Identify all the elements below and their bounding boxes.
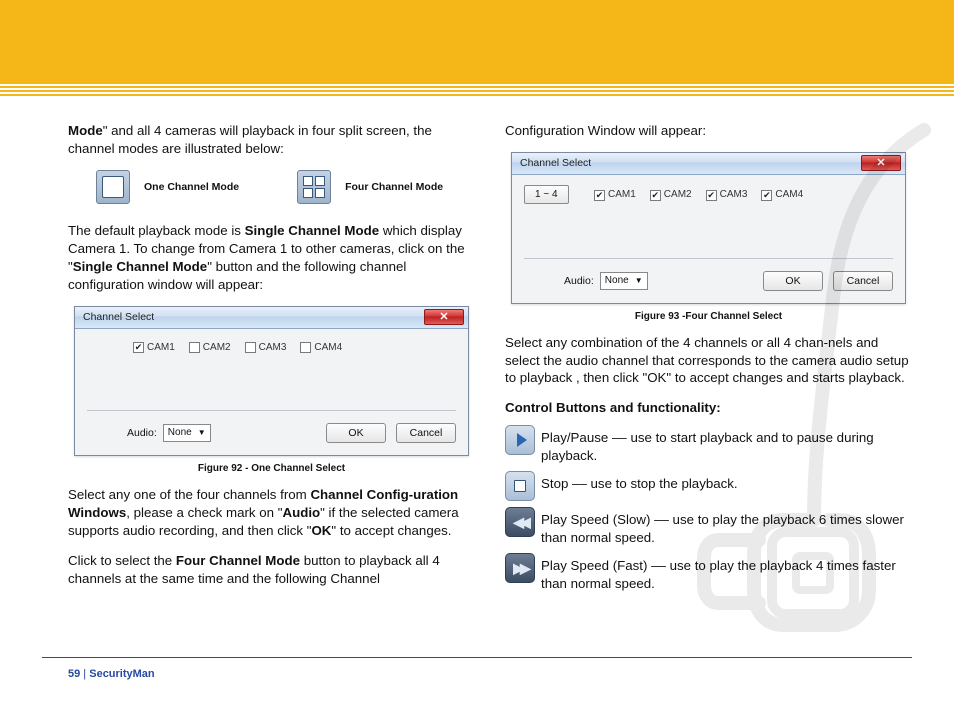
channel-select-dialog-single: Channel Select ✕ ✔CAM1 CAM2 CAM3 CAM4 Au… <box>74 306 469 457</box>
text-mode-bold: Mode <box>68 123 103 138</box>
ok-button[interactable]: OK <box>763 271 823 291</box>
cam2-checkbox[interactable]: ✔CAM2 <box>650 188 692 202</box>
paragraph: Select any one of the four channels from… <box>68 486 475 540</box>
header-lines <box>0 82 954 98</box>
cam4-checkbox[interactable]: CAM4 <box>300 341 342 355</box>
paragraph: Select any combination of the 4 channels… <box>505 334 912 388</box>
close-icon[interactable]: ✕ <box>861 155 901 171</box>
page-footer: 59 | SecurityMan <box>68 668 155 680</box>
cancel-button[interactable]: Cancel <box>396 423 456 443</box>
close-icon[interactable]: ✕ <box>424 309 464 325</box>
paragraph: The default playback mode is Single Chan… <box>68 222 475 294</box>
cam3-checkbox[interactable]: CAM3 <box>245 341 287 355</box>
paragraph: Configuration Window will appear: <box>505 122 912 140</box>
control-stop: Stop –– use to stop the playback. <box>505 475 912 501</box>
paragraph: Click to select the Four Channel Mode bu… <box>68 552 475 588</box>
figure-93-caption: Figure 93 -Four Channel Select <box>505 310 912 324</box>
four-channel-mode-icon <box>297 170 331 204</box>
page-number: 59 <box>68 668 80 680</box>
cam2-checkbox[interactable]: CAM2 <box>189 341 231 355</box>
stop-icon <box>505 471 535 501</box>
play-speed-slow-icon <box>505 507 535 537</box>
figure-92-caption: Figure 92 - One Channel Select <box>68 462 475 476</box>
dialog-title: Channel Select <box>83 310 154 324</box>
paragraph: Mode" and all 4 cameras will playback in… <box>68 122 475 158</box>
audio-select[interactable]: None▼ <box>163 424 211 442</box>
dialog-titlebar: Channel Select ✕ <box>512 153 905 175</box>
channel-select-dialog-four: Channel Select ✕ 1 ~ 4 ✔CAM1 ✔CAM2 ✔CAM3… <box>511 152 906 304</box>
cam4-checkbox[interactable]: ✔CAM4 <box>761 188 803 202</box>
cam1-checkbox[interactable]: ✔CAM1 <box>594 188 636 202</box>
camera-checkbox-row: ✔CAM1 ✔CAM2 ✔CAM3 ✔CAM4 <box>524 188 893 202</box>
cam3-checkbox[interactable]: ✔CAM3 <box>706 188 748 202</box>
cancel-button[interactable]: Cancel <box>833 271 893 291</box>
control-buttons-heading: Control Buttons and functionality: <box>505 399 912 417</box>
one-channel-mode-icon <box>96 170 130 204</box>
dialog-titlebar: Channel Select ✕ <box>75 307 468 329</box>
audio-label: Audio: <box>127 426 157 440</box>
ok-button[interactable]: OK <box>326 423 386 443</box>
cam1-checkbox[interactable]: ✔CAM1 <box>133 341 175 355</box>
control-slow: Play Speed (Slow) –– use to play the pla… <box>505 511 912 547</box>
one-channel-label: One Channel Mode <box>144 180 239 194</box>
control-play: Play/Pause –– use to start playback and … <box>505 429 912 465</box>
play-speed-fast-icon <box>505 553 535 583</box>
dialog-title: Channel Select <box>520 156 591 170</box>
footer-rule <box>42 657 912 658</box>
range-button[interactable]: 1 ~ 4 <box>524 185 569 205</box>
left-column: Mode" and all 4 cameras will playback in… <box>68 122 475 599</box>
brand-name: SecurityMan <box>89 668 154 680</box>
audio-label: Audio: <box>564 274 594 288</box>
play-icon <box>505 425 535 455</box>
four-channel-label: Four Channel Mode <box>345 180 443 194</box>
text: " and all 4 cameras will playback in fou… <box>68 123 432 156</box>
camera-checkbox-row: ✔CAM1 CAM2 CAM3 CAM4 <box>87 341 456 355</box>
header-band <box>0 0 954 82</box>
control-fast: Play Speed (Fast) –– use to play the pla… <box>505 557 912 593</box>
audio-select[interactable]: None▼ <box>600 272 648 290</box>
right-column: Configuration Window will appear: Channe… <box>505 122 912 599</box>
mode-icons-row: One Channel Mode Four Channel Mode <box>96 170 475 204</box>
